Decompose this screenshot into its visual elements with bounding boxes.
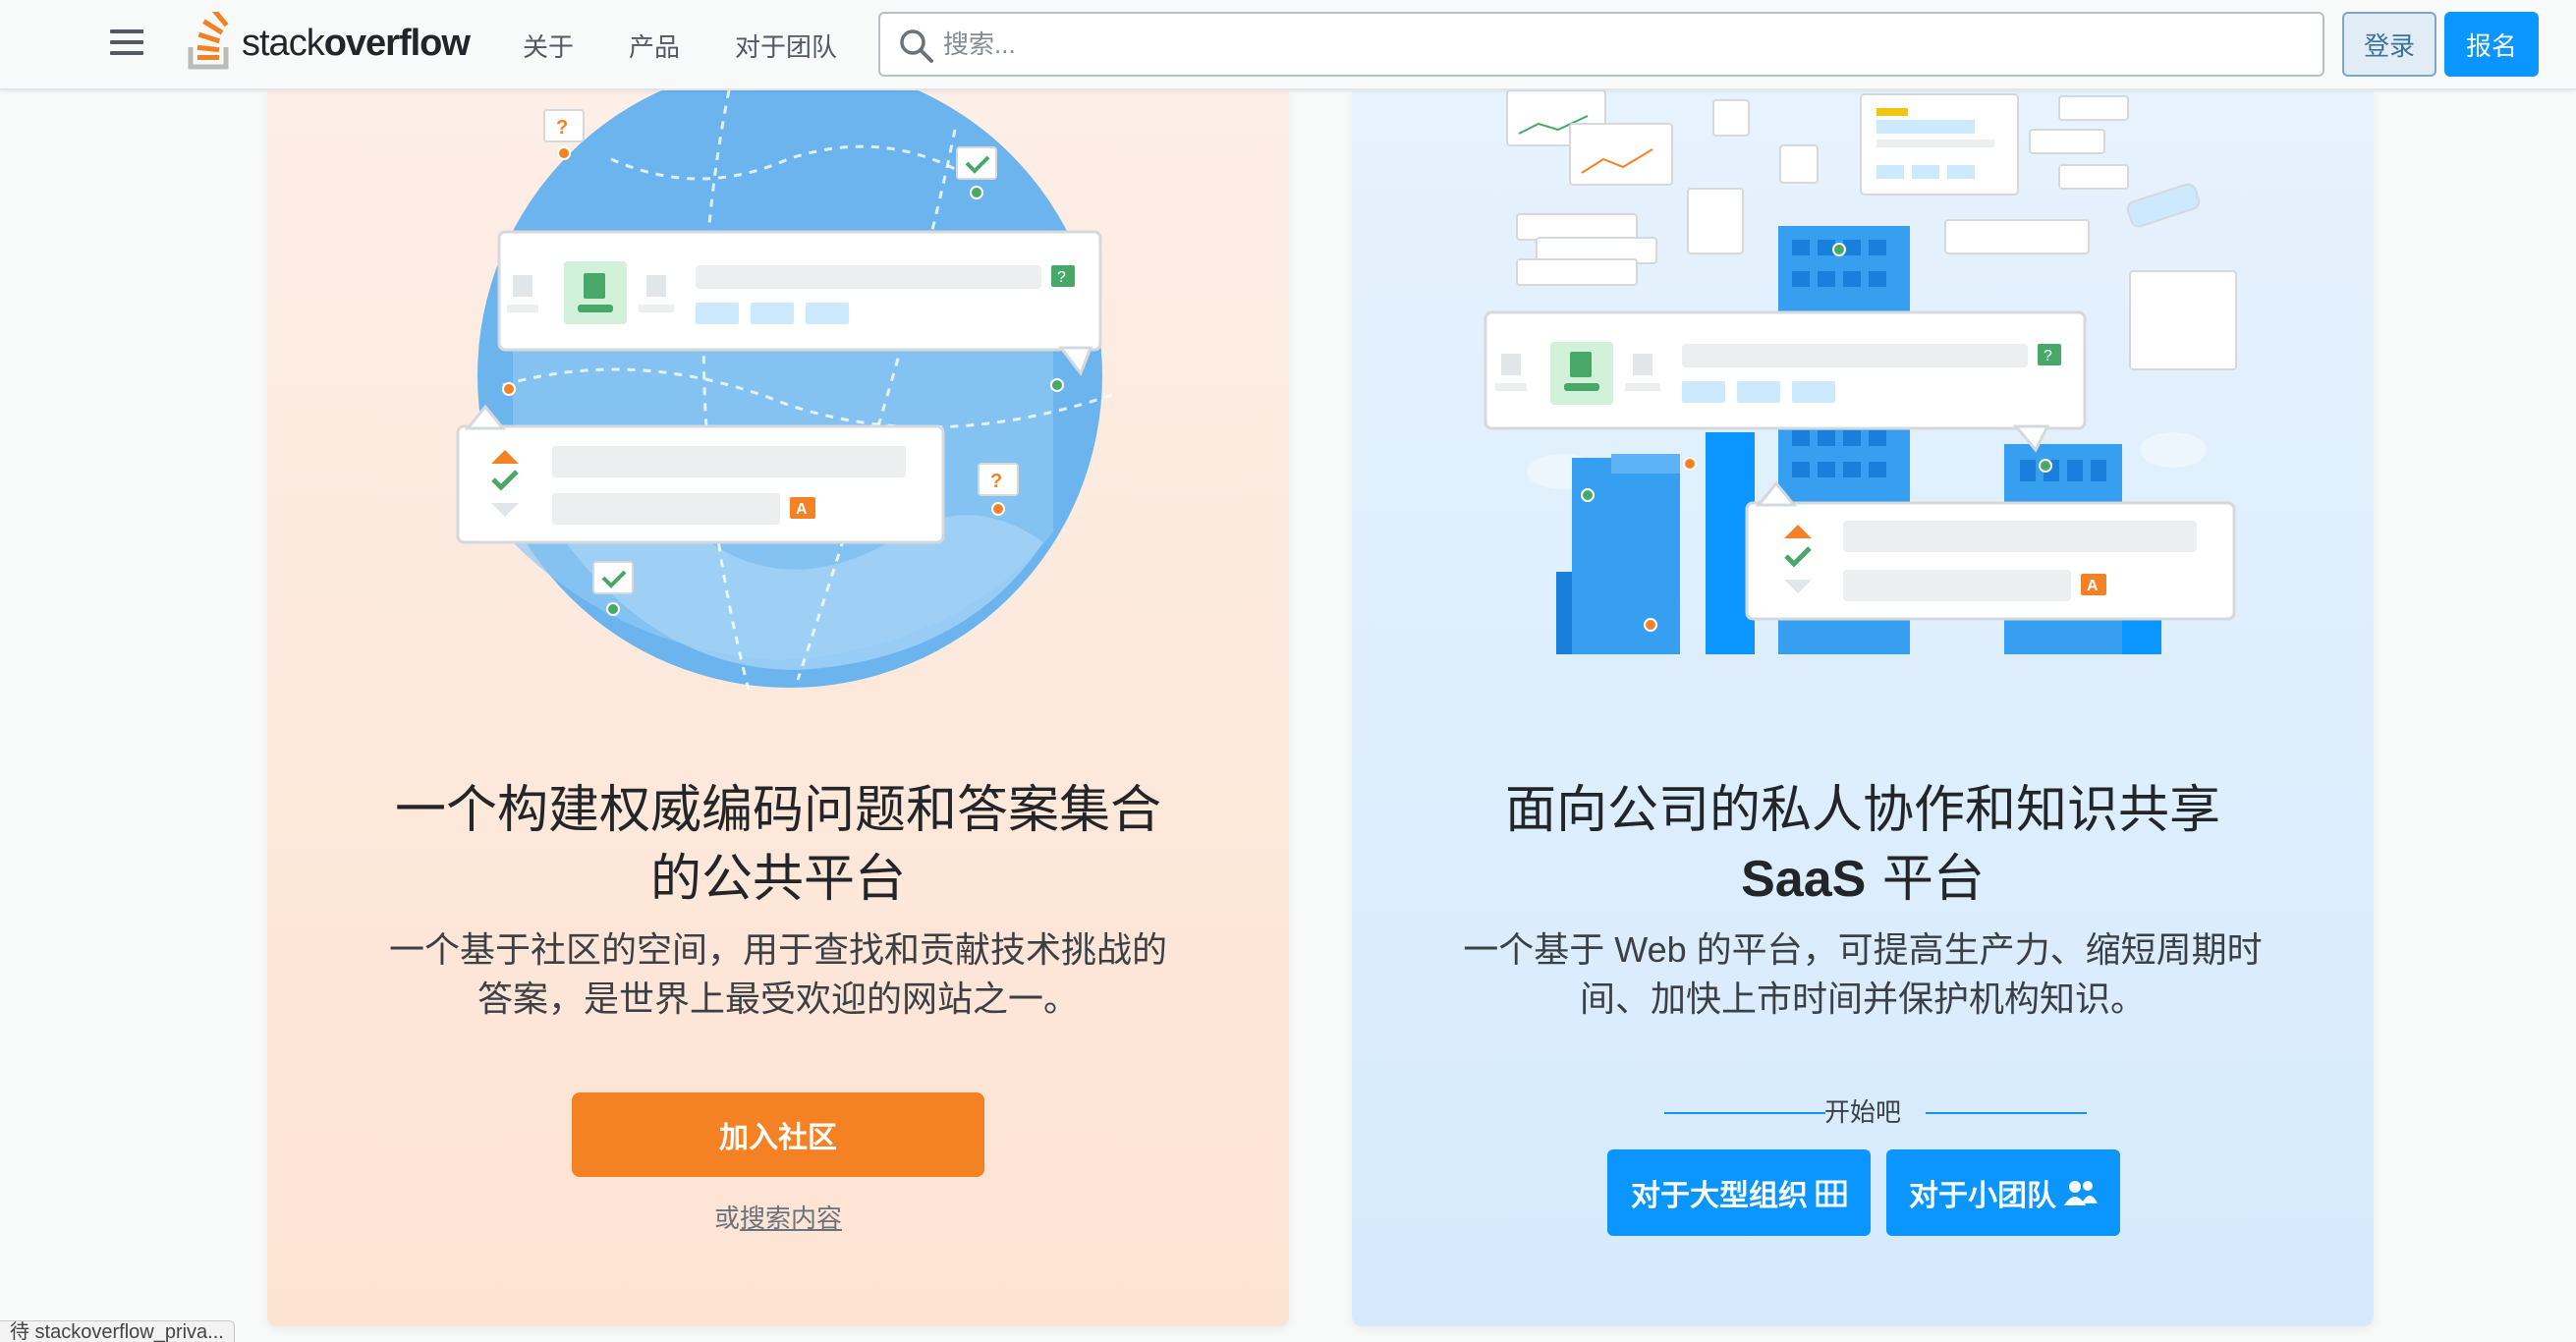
join-community-button[interactable]: 加入社区 xyxy=(572,1092,984,1177)
search-input[interactable] xyxy=(943,14,2309,75)
svg-text:A: A xyxy=(796,501,808,518)
svg-text:?: ? xyxy=(2044,348,2052,364)
city-illustration: ? A xyxy=(1484,90,2237,654)
svg-text:?: ? xyxy=(556,117,568,139)
logo-text: stackoverflow xyxy=(242,23,471,64)
get-started-label: 开始吧 xyxy=(1823,1097,1901,1127)
get-started-divider: 开始吧 xyxy=(1352,1092,2374,1132)
small-team-label: 对于小团队 xyxy=(1909,1180,2056,1212)
teams-title: 面向公司的私人协作和知识共享 SaaS 平台 xyxy=(1504,781,2220,909)
magnifier-icon xyxy=(900,29,933,63)
community-panel: ? A ? ? 一个构建权威编码问题和答案集合 的公共平台 一个基于社区的空间，… xyxy=(267,90,1289,1326)
large-org-button[interactable]: 对于大型组织 xyxy=(1607,1149,1871,1236)
people-icon xyxy=(2064,1181,2098,1205)
svg-text:?: ? xyxy=(1057,269,1066,286)
nav-products[interactable]: 产品 xyxy=(629,28,680,64)
login-button[interactable]: 登录 xyxy=(2342,12,2436,77)
signup-button[interactable]: 报名 xyxy=(2444,12,2539,77)
large-org-label: 对于大型组织 xyxy=(1631,1180,1808,1212)
top-bar: stackoverflow 关于 产品 对于团队 登录 报名 xyxy=(0,0,2576,90)
svg-text:A: A xyxy=(2087,578,2099,594)
search-content-link-row: 或搜索内容 xyxy=(713,1203,843,1233)
teams-panel: ? A 面向公司的私人协作和知识共享 SaaS 平台 一个基于 Web 的平台，… xyxy=(1352,90,2374,1326)
nav-about[interactable]: 关于 xyxy=(523,28,574,64)
hamburger-menu-icon[interactable] xyxy=(110,29,143,59)
stack-logo-icon xyxy=(188,12,229,70)
site-logo[interactable]: stackoverflow xyxy=(187,12,471,71)
community-title: 一个构建权威编码问题和答案集合 的公共平台 xyxy=(394,781,1161,909)
building-icon xyxy=(1816,1180,1847,1207)
small-team-button[interactable]: 对于小团队 xyxy=(1886,1149,2120,1236)
teams-description: 一个基于 Web 的平台，可提高生产力、缩短周期时 间、加快上市时间并保护机构知… xyxy=(1463,929,2263,1019)
browser-status-bar: 待 stackoverflow_priva... xyxy=(0,1320,235,1342)
globe-illustration: ? A ? ? xyxy=(456,90,1113,691)
community-description: 一个基于社区的空间，用于查找和贡献技术挑战的 答案，是世界上最受欢迎的网站之一。 xyxy=(388,929,1167,1019)
search-content-link[interactable]: 搜索内容 xyxy=(740,1203,842,1233)
search-box[interactable] xyxy=(878,12,2324,77)
nav-for-teams[interactable]: 对于团队 xyxy=(735,28,837,64)
svg-text:?: ? xyxy=(990,471,1002,492)
